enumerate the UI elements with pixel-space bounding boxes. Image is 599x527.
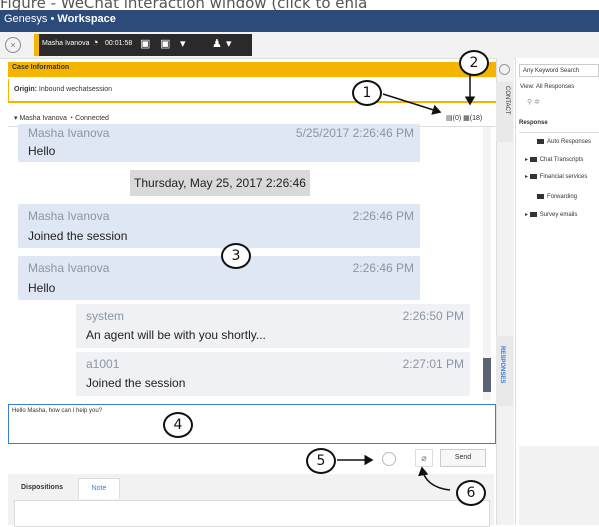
- message-text: Joined the session: [86, 376, 186, 390]
- gear-icon[interactable]: [499, 64, 510, 75]
- origin-value: Inbound wechatsession: [38, 86, 113, 93]
- message-author: Masha Ivanova: [28, 126, 110, 140]
- connected-icon: ◔: [68, 115, 74, 122]
- participant-status-text: Connected: [75, 115, 109, 122]
- tree-item-label: Survey emails: [539, 212, 578, 218]
- participant-status[interactable]: ▾ Masha Ivanova ◔ Connected: [14, 114, 109, 122]
- contact-name-button[interactable]: Masha Ivanova: [42, 40, 89, 47]
- response-preview-pane: [519, 446, 599, 525]
- search-icon[interactable]: ⚲ ✲: [527, 98, 540, 106]
- chevron-down-icon[interactable]: ▾: [14, 115, 18, 122]
- annotation-1: 1: [352, 80, 382, 106]
- count-a: (0): [452, 115, 462, 122]
- case-origin: Origin: Inbound wechatsession: [14, 86, 112, 93]
- message-time: 2:26:46 PM: [352, 209, 414, 223]
- annotation-6: 6: [456, 480, 486, 506]
- send-button[interactable]: Send: [440, 449, 486, 467]
- message-text: An agent will be with you shortly...: [86, 328, 266, 342]
- user-actions-icon[interactable]: ♟: [212, 37, 222, 50]
- folder-icon: [529, 173, 537, 179]
- contacts-icon[interactable]: ▦: [463, 115, 470, 122]
- message-author: Masha Ivanova: [28, 261, 110, 275]
- tree-item[interactable]: ▸ Survey emails: [525, 211, 577, 218]
- annotation-3: 3: [221, 243, 251, 269]
- tree-item-label: Financial services: [539, 174, 588, 180]
- folder-icon: [537, 139, 544, 144]
- message-time: 2:27:01 PM: [402, 357, 464, 371]
- response-column-header: Response: [519, 120, 599, 133]
- count-b: (18): [469, 115, 483, 122]
- message-time: 5/25/2017 2:26:46 PM: [295, 126, 414, 140]
- view-label: View:: [520, 84, 535, 90]
- status-icon: ◔: [92, 37, 99, 49]
- case-info-title: Case Information: [12, 64, 70, 71]
- attach-file-icon[interactable]: ⌀: [415, 449, 433, 467]
- folder-icon: [529, 211, 537, 217]
- chat-transfer-icon[interactable]: ▣: [160, 37, 170, 50]
- figure-caption: Figure - WeChat interaction window (clic…: [0, 0, 368, 10]
- tree-item[interactable]: ▸ Financial services: [525, 173, 587, 180]
- interaction-timer: 00:01:58: [105, 40, 133, 47]
- emoji-icon[interactable]: [382, 452, 396, 466]
- contact-tab-label: CONTACT: [504, 86, 510, 115]
- tree-item-label: Auto Responses: [547, 139, 592, 146]
- tab-dispositions[interactable]: Dispositions: [12, 478, 72, 498]
- genesys-logo: Genesys: [4, 13, 48, 25]
- tree-item[interactable]: Auto Responses: [537, 139, 591, 145]
- annotation-4: 4: [163, 412, 193, 438]
- view-value: All Responses: [535, 84, 575, 90]
- close-interaction-icon[interactable]: ×: [5, 37, 21, 53]
- message-time: 2:26:46 PM: [352, 261, 414, 275]
- message-text: Joined the session: [28, 229, 128, 243]
- message-text: Hello: [28, 144, 56, 158]
- tab-note[interactable]: Note: [78, 478, 120, 499]
- folder-icon: [529, 156, 537, 162]
- app-name: Workspace: [57, 13, 116, 25]
- folder-icon: [537, 194, 544, 199]
- keyword-search-dropdown[interactable]: Any Keyword Search: [519, 64, 599, 77]
- chevron-down-icon[interactable]: ▾: [180, 37, 186, 50]
- message-author: Masha Ivanova: [28, 209, 110, 223]
- responses-tab-label: RESPONSES: [499, 346, 505, 384]
- interaction-counts[interactable]: ▤(0) ▦(18): [446, 114, 482, 122]
- chat-end-icon[interactable]: ▣: [140, 37, 150, 50]
- tree-item[interactable]: ▸ Chat Transcripts: [525, 156, 583, 163]
- message-time: 2:26:50 PM: [402, 309, 464, 323]
- case-info-header: [8, 62, 500, 77]
- history-icon[interactable]: ▤: [446, 115, 453, 122]
- tree-item-label: Chat Transcripts: [539, 157, 584, 163]
- scrollbar-thumb[interactable]: [483, 358, 491, 392]
- message-author: system: [86, 309, 125, 323]
- message-text: Hello: [28, 281, 56, 295]
- view-selector[interactable]: View: All Responses: [520, 84, 574, 90]
- origin-label: Origin:: [14, 86, 37, 93]
- participant-name: Masha Ivanova: [19, 115, 67, 122]
- note-textarea[interactable]: [14, 500, 490, 527]
- annotation-2: 2: [459, 50, 489, 76]
- date-separator: Thursday, May 25, 2017 2:26:46 PM: [130, 170, 310, 216]
- chevron-down-icon[interactable]: ▾: [226, 37, 232, 50]
- tree-item-label: Forwarding: [547, 194, 578, 201]
- tree-item[interactable]: Forwarding: [537, 194, 577, 200]
- app-title: Genesys • Workspace: [4, 13, 116, 25]
- message-input-text: Hello Masha, how can I help you?: [12, 408, 103, 414]
- title-separator: •: [50, 13, 55, 25]
- annotation-5: 5: [306, 448, 336, 474]
- message-author: a1001: [86, 357, 120, 371]
